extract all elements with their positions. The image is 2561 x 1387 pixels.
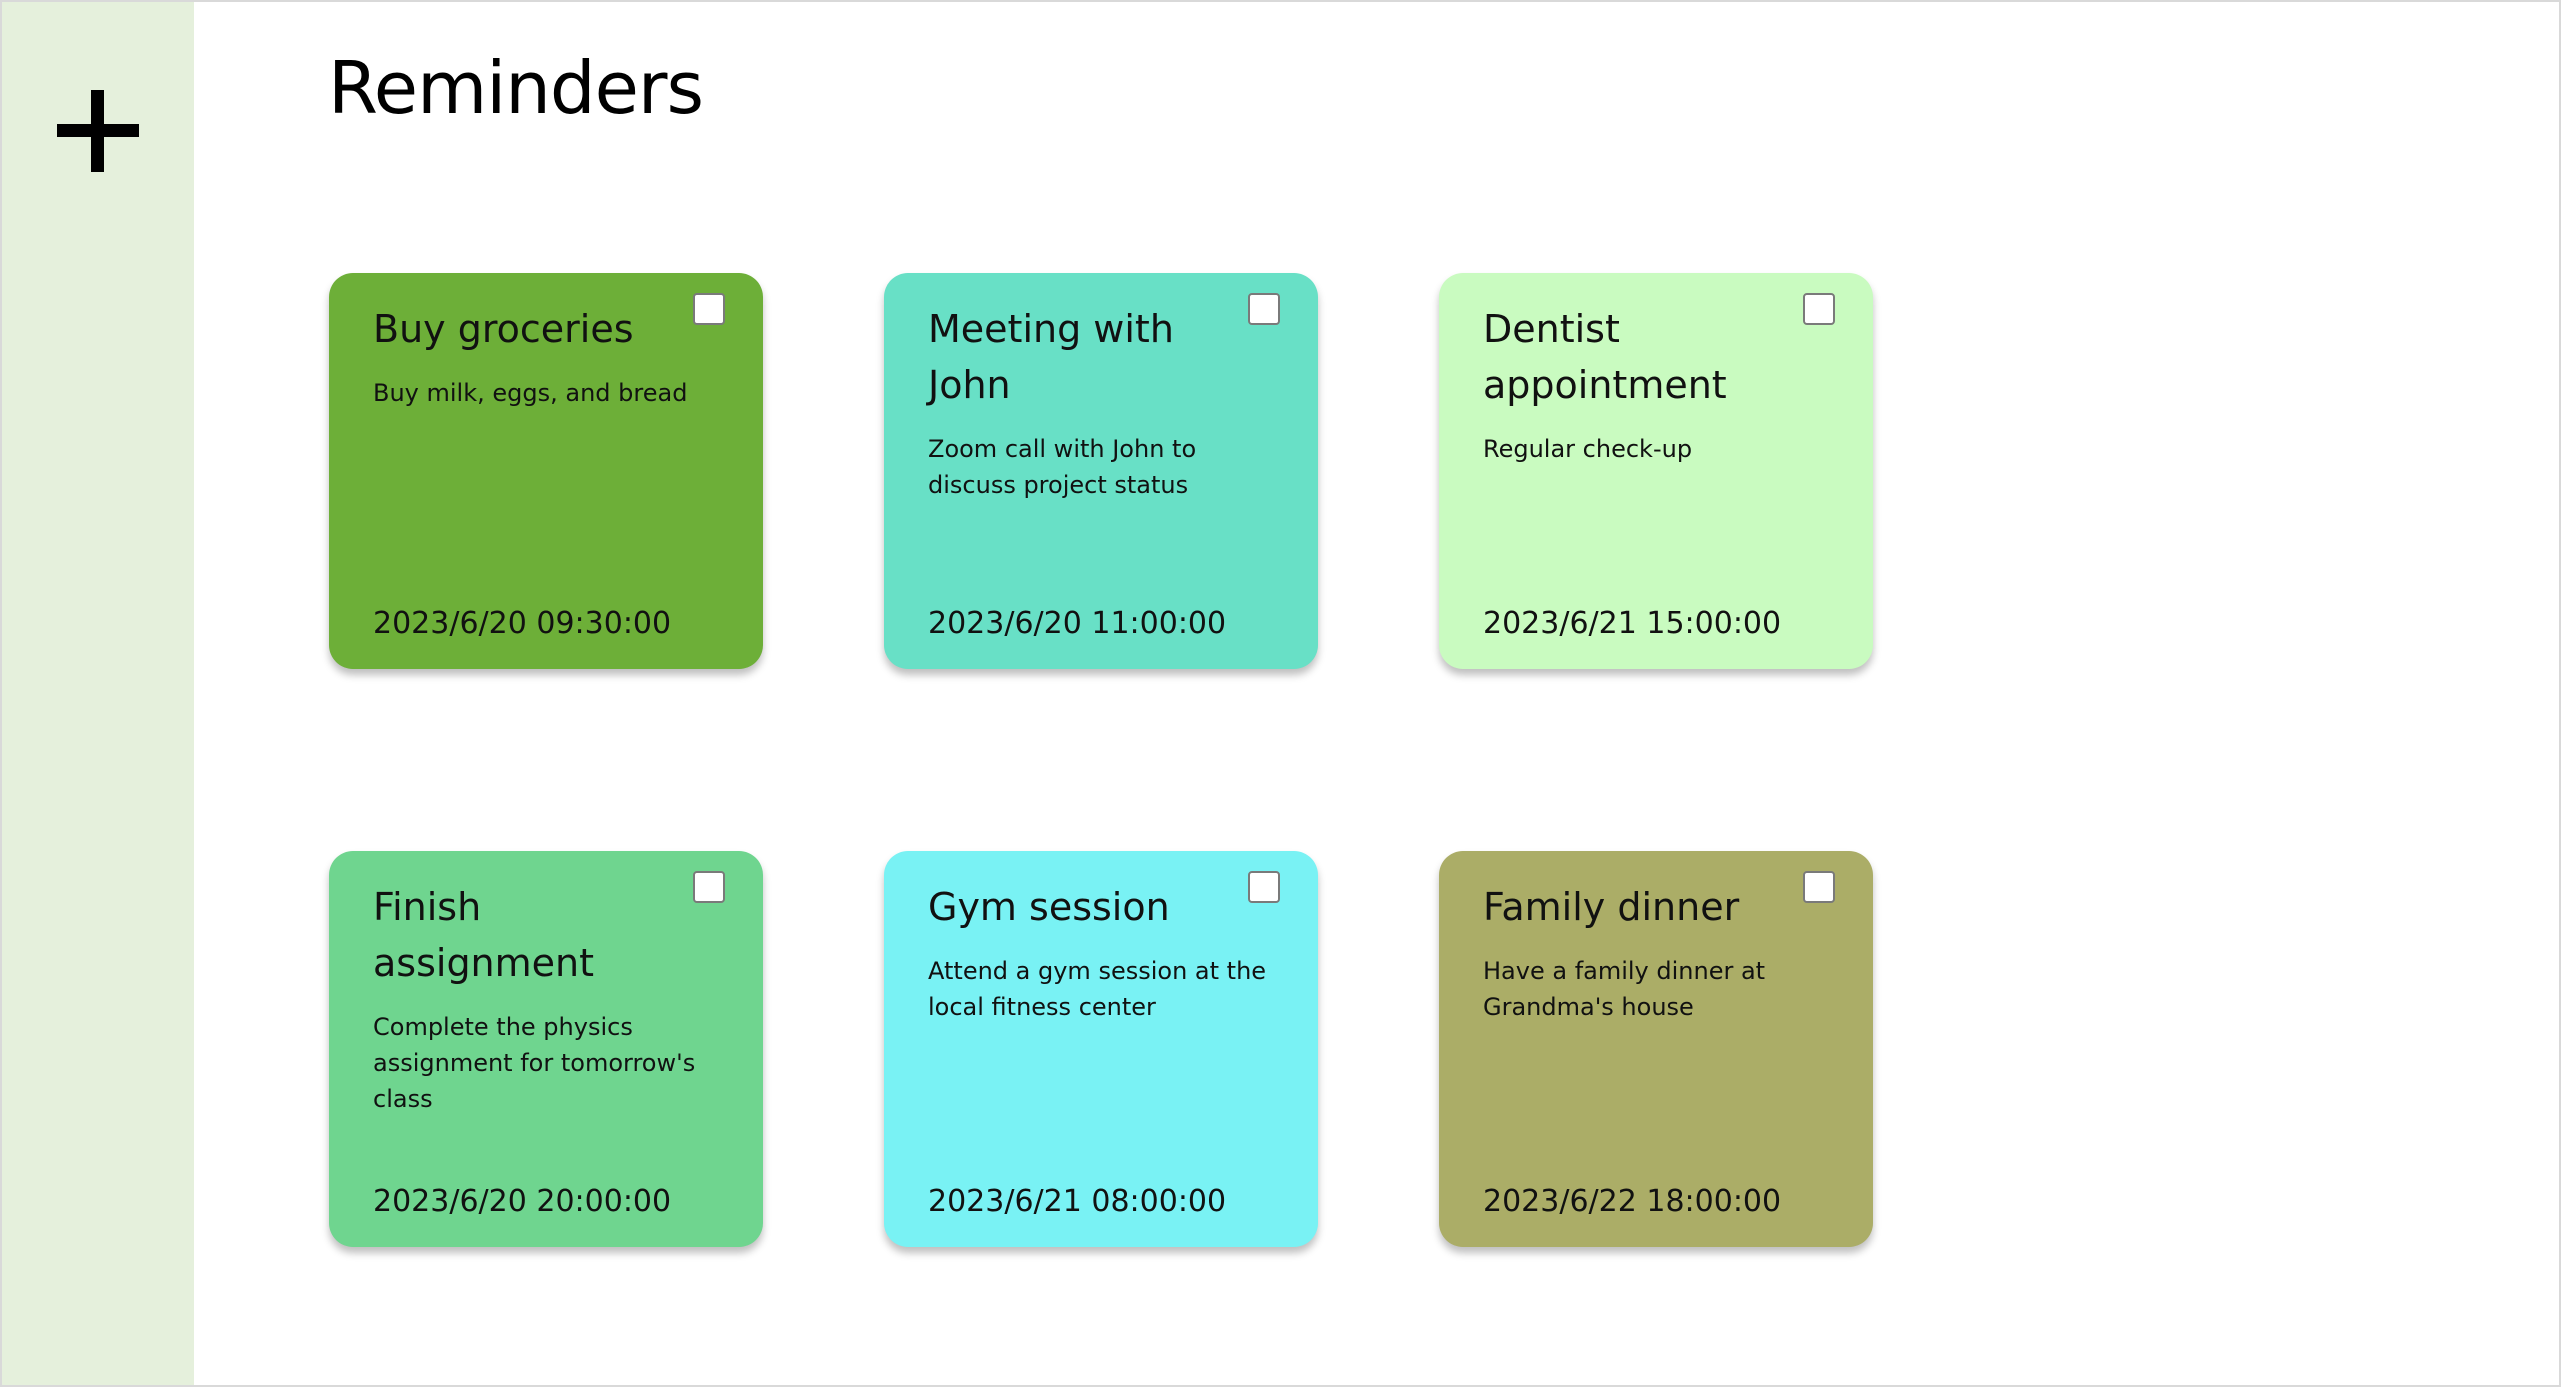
reminder-card[interactable]: Gym session Attend a gym session at the … [884, 851, 1318, 1247]
reminder-title: Buy groceries [373, 307, 634, 351]
complete-checkbox[interactable] [1803, 871, 1835, 903]
complete-checkbox[interactable] [1248, 871, 1280, 903]
add-reminder-button[interactable] [57, 90, 139, 172]
sidebar [2, 2, 194, 1385]
reminder-description: Have a family dinner at Grandma's house [1483, 957, 1766, 1021]
reminder-description: Complete the physics assignment for tomo… [373, 1013, 696, 1113]
reminder-card[interactable]: Family dinner Have a family dinner at Gr… [1439, 851, 1873, 1247]
reminder-title: Dentist appointment [1483, 307, 1727, 407]
reminder-description: Attend a gym session at the local fitnes… [928, 957, 1267, 1021]
reminder-title: Finish assignment [373, 885, 595, 985]
reminder-title: Family dinner [1483, 885, 1740, 929]
reminder-card[interactable]: Buy groceries Buy milk, eggs, and bread … [329, 273, 763, 669]
reminder-datetime: 2023/6/22 18:00:00 [1483, 1184, 1782, 1219]
reminder-card[interactable]: Meeting with John Zoom call with John to… [884, 273, 1318, 669]
plus-icon-stroke [91, 90, 104, 172]
reminder-description: Zoom call with John to discuss project s… [928, 435, 1197, 499]
reminder-datetime: 2023/6/20 20:00:00 [373, 1184, 672, 1219]
complete-checkbox[interactable] [1803, 293, 1835, 325]
page-title: Reminders [328, 46, 704, 130]
complete-checkbox[interactable] [693, 871, 725, 903]
reminder-datetime: 2023/6/20 09:30:00 [373, 606, 672, 641]
reminder-datetime: 2023/6/21 08:00:00 [928, 1184, 1227, 1219]
reminder-description: Buy milk, eggs, and bread [373, 379, 688, 407]
reminder-title: Gym session [928, 885, 1170, 929]
reminder-card[interactable]: Dentist appointment Regular check-up 202… [1439, 273, 1873, 669]
reminder-datetime: 2023/6/21 15:00:00 [1483, 606, 1782, 641]
reminder-datetime: 2023/6/20 11:00:00 [928, 606, 1227, 641]
complete-checkbox[interactable] [693, 293, 725, 325]
reminder-card[interactable]: Finish assignment Complete the physics a… [329, 851, 763, 1247]
reminder-description: Regular check-up [1483, 435, 1693, 463]
reminder-title: Meeting with John [928, 307, 1174, 407]
complete-checkbox[interactable] [1248, 293, 1280, 325]
reminders-app: Reminders Buy groceries Buy milk, eggs, … [0, 0, 2561, 1387]
